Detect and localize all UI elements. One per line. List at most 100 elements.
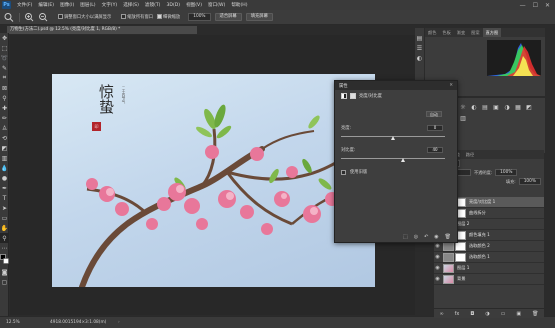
menu-type[interactable]: 文字(Y) (99, 2, 121, 8)
tab-swatches[interactable]: 色板 (439, 28, 453, 37)
maximize-icon[interactable]: ☐ (533, 2, 538, 9)
move-tool-icon[interactable]: ✥ (0, 33, 9, 43)
zoom-in-icon[interactable] (24, 12, 34, 22)
auto-button[interactable]: 自动 (426, 111, 442, 117)
clone-stamp-tool-icon[interactable]: ♙ (0, 123, 9, 133)
mask-icon[interactable] (350, 93, 356, 99)
add-mask-icon[interactable]: ◘ (470, 311, 474, 317)
menu-window[interactable]: 窗口(W) (205, 2, 228, 8)
menu-layer[interactable]: 图层(L) (77, 2, 98, 8)
layer-row[interactable]: ◉ 选取颜色 1 (434, 252, 544, 263)
properties-panel-icon[interactable]: ☰ (415, 43, 424, 53)
scrubby-zoom-checkbox[interactable]: 细微缩放 (157, 14, 180, 20)
adjustments-panel-icon[interactable]: ◐ (415, 53, 424, 63)
zoom-all-windows-checkbox[interactable]: 缩放所有窗口 (121, 14, 153, 20)
zoom-tool-icon[interactable] (3, 12, 15, 22)
crop-tool-icon[interactable]: ⌗ (0, 73, 9, 83)
screen-mode-icon[interactable]: ▢ (0, 277, 9, 287)
shape-tool-icon[interactable]: ▭ (0, 213, 9, 223)
path-select-tool-icon[interactable]: ➤ (0, 203, 9, 213)
zoom-level-readout[interactable]: 12.5% (6, 317, 20, 328)
clip-to-layer-icon[interactable]: ⬚ (403, 234, 408, 240)
toggle-visibility-icon[interactable]: ◉ (434, 234, 438, 240)
brightness-slider-knob[interactable] (390, 136, 395, 140)
pen-tool-icon[interactable]: ✒ (0, 183, 9, 193)
new-group-icon[interactable]: ▭ (501, 311, 506, 317)
contrast-slider-knob[interactable] (400, 158, 405, 162)
frame-tool-icon[interactable]: ⊠ (0, 83, 9, 93)
close-icon[interactable]: ✕ (545, 2, 550, 9)
new-adjustment-icon[interactable]: ◑ (485, 311, 489, 317)
menu-select[interactable]: 选择(S) (120, 2, 142, 8)
hand-tool-icon[interactable]: ✋ (0, 223, 9, 233)
contrast-value-field[interactable]: 40 (427, 147, 443, 153)
marquee-tool-icon[interactable]: ⬚ (0, 43, 9, 53)
black-white-adjust-icon[interactable]: ▥ (459, 114, 467, 122)
menu-file[interactable]: 文件(F) (14, 2, 35, 8)
zoom-out-icon[interactable] (38, 12, 48, 22)
eraser-tool-icon[interactable]: ◩ (0, 143, 9, 153)
view-previous-icon[interactable]: ◎ (414, 234, 418, 240)
blur-tool-icon[interactable]: 💧 (0, 163, 9, 173)
lasso-tool-icon[interactable]: ➰ (0, 53, 9, 63)
menu-edit[interactable]: 编辑(E) (35, 2, 57, 8)
layer-style-icon[interactable]: fx (455, 311, 460, 317)
eyedropper-tool-icon[interactable]: ⚲ (0, 93, 9, 103)
brush-tool-icon[interactable]: ✏ (0, 113, 9, 123)
menu-help[interactable]: 帮助(H) (228, 2, 250, 8)
history-brush-tool-icon[interactable]: ⟲ (0, 133, 9, 143)
color-swatches-icon[interactable] (0, 253, 9, 267)
properties-panel-header[interactable]: 属性 ✕ (335, 81, 457, 90)
document-info-readout[interactable]: 4918.0015194×3:1.08(m) (50, 317, 106, 328)
menu-image[interactable]: 图像(I) (57, 2, 77, 8)
healing-brush-tool-icon[interactable]: ✚ (0, 103, 9, 113)
tab-color[interactable]: 颜色 (425, 28, 439, 37)
close-icon[interactable]: ✕ (449, 83, 453, 88)
tab-patterns[interactable]: 图案 (468, 28, 482, 37)
visibility-eye-icon[interactable]: ◉ (434, 243, 441, 249)
quick-select-tool-icon[interactable]: ✎ (0, 63, 9, 73)
history-panel-icon[interactable]: ▤ (415, 33, 424, 43)
more-tools-icon[interactable]: ⋯ (0, 243, 9, 253)
layer-row[interactable]: ◉ 图层 1 (434, 263, 544, 274)
quick-mask-icon[interactable]: ◙ (0, 267, 9, 277)
menu-3d[interactable]: 3D(D) (163, 3, 183, 8)
zoom-percent-field[interactable]: 100% (188, 13, 211, 21)
document-canvas-image[interactable]: 惊蛰 二十四节气 印 (52, 74, 375, 287)
layer-mask-thumb[interactable] (455, 252, 466, 262)
gradient-tool-icon[interactable]: ▥ (0, 153, 9, 163)
delete-icon[interactable]: 🗑 (445, 234, 451, 240)
tab-paths[interactable]: 路径 (463, 150, 477, 159)
tab-gradients[interactable]: 渐变 (454, 28, 468, 37)
curves-adjust-icon[interactable]: ▤ (481, 103, 489, 111)
visibility-eye-icon[interactable]: ◉ (434, 276, 441, 282)
opacity-field[interactable]: 100% (495, 169, 518, 176)
visibility-eye-icon[interactable]: ◉ (434, 254, 441, 260)
fit-screen-button[interactable]: 适合屏幕 (214, 13, 242, 21)
tab-histogram[interactable]: 直方图 (482, 28, 502, 37)
color-balance-adjust-icon[interactable]: ◩ (525, 103, 533, 111)
legacy-checkbox[interactable]: 使用旧版 (341, 169, 367, 175)
exposure-adjust-icon[interactable]: ▣ (492, 103, 500, 111)
minimize-icon[interactable]: — (520, 2, 526, 9)
new-layer-icon[interactable]: ▣ (516, 311, 521, 317)
layer-row[interactable]: ◉ 背景 (434, 274, 544, 285)
dodge-tool-icon[interactable]: ● (0, 173, 9, 183)
resize-windows-checkbox[interactable]: 调整窗口大小以满屏显示 (58, 14, 111, 20)
fill-screen-button[interactable]: 填充屏幕 (245, 13, 273, 21)
delete-layer-icon[interactable]: 🗑 (532, 311, 538, 317)
brightness-adjust-icon[interactable]: ☼ (459, 103, 467, 111)
document-tab[interactable]: 万物生(方法二).psd @ 12.5% (亮度/对比度 1, RGB/8) * (7, 26, 197, 34)
levels-adjust-icon[interactable]: ◐ (470, 103, 478, 111)
reset-icon[interactable]: ↶ (424, 234, 428, 240)
menu-view[interactable]: 视图(V) (183, 2, 205, 8)
visibility-eye-icon[interactable]: ◉ (434, 265, 441, 271)
link-layers-icon[interactable]: ∞ (439, 311, 443, 317)
contrast-slider-track[interactable] (341, 158, 445, 159)
brightness-value-field[interactable]: 0 (427, 125, 443, 131)
vibrance-adjust-icon[interactable]: ◑ (503, 103, 511, 111)
status-arrow-icon[interactable]: › (118, 317, 120, 328)
type-tool-icon[interactable]: T (0, 193, 9, 203)
zoom-tool-icon[interactable]: ⚲ (0, 233, 9, 243)
menu-filter[interactable]: 滤镜(T) (142, 2, 164, 8)
